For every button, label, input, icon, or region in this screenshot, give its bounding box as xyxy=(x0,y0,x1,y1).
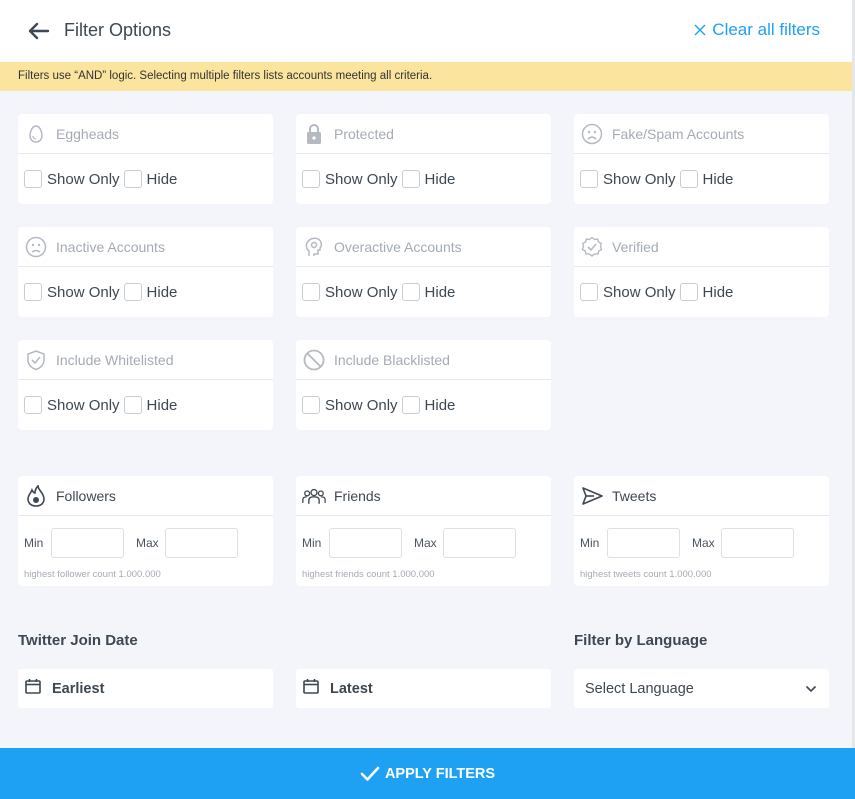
blacklisted-show-only-checkbox[interactable]: Show Only xyxy=(302,396,398,414)
eggheads-hide-checkbox[interactable]: Hide xyxy=(124,170,178,188)
followers-max-input[interactable] xyxy=(165,528,238,558)
filter-label: Include Blacklisted xyxy=(334,352,450,368)
latest-label: Latest xyxy=(330,681,373,697)
verified-badge-icon xyxy=(580,235,604,259)
range-hint: highest tweets count 1.000.000 xyxy=(580,569,712,580)
apply-filters-button[interactable]: APPLY FILTERS xyxy=(0,748,855,799)
language-title: Filter by Language xyxy=(574,632,707,649)
verified-hide-checkbox[interactable]: Hide xyxy=(680,283,734,301)
whitelisted-hide-checkbox[interactable]: Hide xyxy=(124,396,178,414)
range-card-friends: Friends Min Max highest friends count 1.… xyxy=(296,476,551,586)
checkmark-icon xyxy=(360,766,380,782)
range-label: Followers xyxy=(56,488,116,504)
range-card-followers: Followers Min Max highest follower count… xyxy=(18,476,273,586)
chevron-down-icon xyxy=(805,680,817,698)
header-bar: Filter Options Clear all filters xyxy=(0,0,852,62)
filter-card-inactive: Inactive Accounts Show Only Hide xyxy=(18,227,273,317)
filter-label: Eggheads xyxy=(56,126,119,142)
fake-spam-show-only-checkbox[interactable]: Show Only xyxy=(580,170,676,188)
filter-card-protected: Protected Show Only Hide xyxy=(296,114,551,204)
and-logic-notice: Filters use “AND” logic. Selecting multi… xyxy=(0,62,852,91)
verified-show-only-checkbox[interactable]: Show Only xyxy=(580,283,676,301)
range-card-tweets: Tweets Min Max highest tweets count 1.00… xyxy=(574,476,829,586)
clear-all-filters-button[interactable]: Clear all filters xyxy=(694,20,820,40)
range-hint: highest friends count 1.000.000 xyxy=(302,569,435,580)
language-select-value: Select Language xyxy=(585,681,694,697)
filter-card-blacklisted: Include Blacklisted Show Only Hide xyxy=(296,340,551,430)
earliest-label: Earliest xyxy=(52,681,104,697)
tweets-max-input[interactable] xyxy=(721,528,794,558)
max-label: Max xyxy=(414,536,443,550)
head-gear-icon xyxy=(302,235,326,259)
inactive-show-only-checkbox[interactable]: Show Only xyxy=(24,283,120,301)
overactive-show-only-checkbox[interactable]: Show Only xyxy=(302,283,398,301)
min-label: Min xyxy=(302,536,329,550)
max-label: Max xyxy=(692,536,721,550)
filter-label: Verified xyxy=(612,239,659,255)
max-label: Max xyxy=(136,536,165,550)
filter-card-fake-spam: Fake/Spam Accounts Show Only Hide xyxy=(574,114,829,204)
filter-label: Overactive Accounts xyxy=(334,239,462,255)
blacklisted-hide-checkbox[interactable]: Hide xyxy=(402,396,456,414)
min-label: Min xyxy=(24,536,51,550)
lock-icon xyxy=(302,122,326,146)
fire-icon xyxy=(24,484,48,508)
range-label: Friends xyxy=(334,488,381,504)
language-select[interactable]: Select Language xyxy=(574,669,829,708)
filter-label: Protected xyxy=(334,126,394,142)
apply-filters-label: APPLY FILTERS xyxy=(385,766,495,782)
send-icon xyxy=(580,484,604,508)
ban-icon xyxy=(302,348,326,372)
clear-all-label: Clear all filters xyxy=(712,20,820,40)
earliest-date-picker[interactable]: Earliest xyxy=(18,669,273,708)
back-arrow-icon[interactable] xyxy=(26,19,52,43)
tweets-min-input[interactable] xyxy=(607,528,680,558)
filter-card-whitelisted: Include Whitelisted Show Only Hide xyxy=(18,340,273,430)
filter-label: Include Whitelisted xyxy=(56,352,174,368)
egg-icon xyxy=(24,122,48,146)
protected-show-only-checkbox[interactable]: Show Only xyxy=(302,170,398,188)
whitelisted-show-only-checkbox[interactable]: Show Only xyxy=(24,396,120,414)
latest-date-picker[interactable]: Latest xyxy=(296,669,551,708)
protected-hide-checkbox[interactable]: Hide xyxy=(402,170,456,188)
calendar-icon xyxy=(25,678,41,699)
fake-spam-hide-checkbox[interactable]: Hide xyxy=(680,170,734,188)
calendar-icon xyxy=(303,678,319,699)
filter-card-verified: Verified Show Only Hide xyxy=(574,227,829,317)
overactive-hide-checkbox[interactable]: Hide xyxy=(402,283,456,301)
filter-label: Inactive Accounts xyxy=(56,239,165,255)
close-icon xyxy=(694,24,706,36)
friends-max-input[interactable] xyxy=(443,528,516,558)
range-hint: highest follower count 1.000.000 xyxy=(24,569,161,580)
range-label: Tweets xyxy=(612,488,656,504)
filter-card-eggheads: Eggheads Show Only Hide xyxy=(18,114,273,204)
friends-min-input[interactable] xyxy=(329,528,402,558)
followers-min-input[interactable] xyxy=(51,528,124,558)
page-title: Filter Options xyxy=(64,20,171,41)
sad-face-icon xyxy=(24,235,48,259)
join-date-title: Twitter Join Date xyxy=(18,632,138,649)
filter-label: Fake/Spam Accounts xyxy=(612,126,744,142)
eggheads-show-only-checkbox[interactable]: Show Only xyxy=(24,170,120,188)
filter-card-overactive: Overactive Accounts Show Only Hide xyxy=(296,227,551,317)
inactive-hide-checkbox[interactable]: Hide xyxy=(124,283,178,301)
group-icon xyxy=(302,484,326,508)
min-label: Min xyxy=(580,536,607,550)
frown-face-icon xyxy=(580,122,604,146)
shield-check-icon xyxy=(24,348,48,372)
